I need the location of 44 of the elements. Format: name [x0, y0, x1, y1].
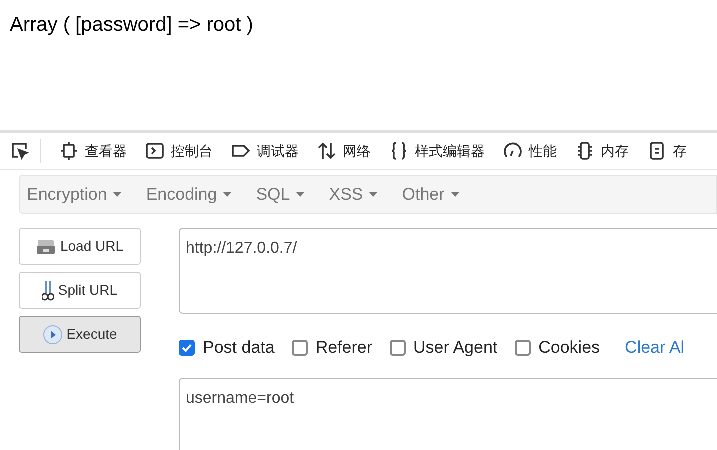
console-icon — [145, 141, 165, 161]
devtools-tab[interactable]: 调试器 — [231, 140, 299, 162]
menu-dropdown[interactable]: SQL — [256, 182, 306, 208]
clear-all-link[interactable]: Clear Al — [625, 335, 685, 361]
chip-icon — [575, 141, 595, 161]
braces-icon — [389, 141, 409, 161]
checkbox[interactable] — [179, 340, 195, 356]
checkbox[interactable] — [390, 340, 406, 356]
play-icon — [42, 324, 63, 344]
caret-icon — [296, 192, 306, 197]
action-button[interactable]: Split URL — [19, 272, 141, 309]
devtools-tab[interactable]: 内存 — [575, 140, 629, 162]
action-button[interactable]: Execute — [19, 316, 141, 353]
checkbox-label: User Agent — [414, 337, 498, 360]
output-text: Array ( [password] => root ) — [10, 14, 254, 36]
caret-icon — [223, 192, 232, 197]
devtools-tab[interactable]: 网络 — [317, 140, 371, 162]
checkbox-label: Post data — [203, 337, 275, 360]
drive-icon — [36, 238, 56, 254]
checkbox-label: Cookies — [538, 337, 600, 360]
devtools-tab[interactable]: 样式编辑器 — [389, 140, 485, 162]
caret-icon — [450, 192, 460, 197]
checkbox-label: Referer — [316, 337, 373, 360]
menu-dropdown[interactable]: Encryption — [27, 182, 122, 208]
caret-icon — [369, 192, 378, 197]
scissors-icon — [42, 280, 54, 302]
menu-dropdown[interactable]: Encoding — [146, 182, 232, 208]
devtools-tab[interactable]: 性能 — [503, 140, 557, 162]
check-icon — [181, 342, 193, 354]
menu-dropdown[interactable]: Other — [402, 182, 460, 208]
devtools-tab[interactable]: 控制台 — [145, 140, 213, 162]
storage-icon — [647, 141, 667, 161]
frame-icon — [59, 141, 79, 161]
devtools-tab[interactable]: 存 — [647, 140, 687, 162]
checkbox[interactable] — [514, 340, 531, 356]
post-data-field[interactable]: username=root — [179, 378, 717, 450]
action-button[interactable]: Load URL — [19, 228, 141, 265]
checkbox[interactable] — [292, 340, 308, 356]
caret-icon — [113, 192, 122, 197]
pointer-picker-icon[interactable] — [10, 141, 30, 161]
menu-dropdown[interactable]: XSS — [329, 182, 378, 208]
devtools-tab[interactable]: 查看器 — [59, 140, 127, 162]
up-down-arrows-icon — [317, 141, 337, 161]
url-field[interactable]: http://127.0.0.7/ — [179, 228, 717, 314]
